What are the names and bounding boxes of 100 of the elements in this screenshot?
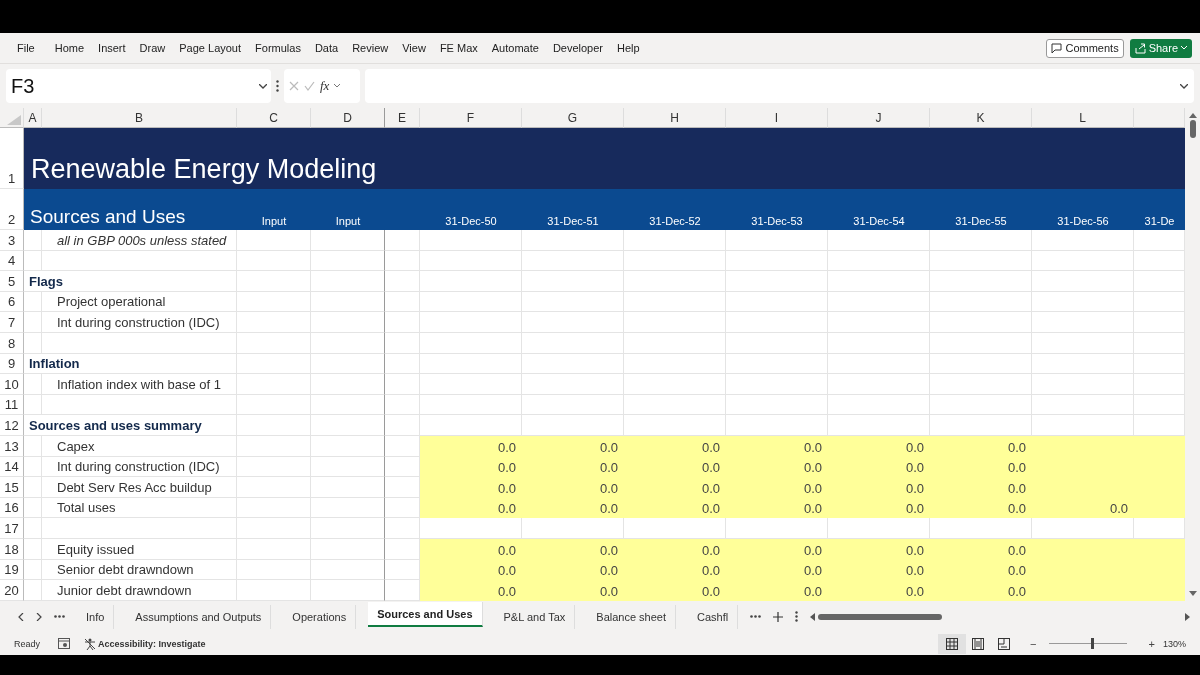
column-header[interactable]: C [237,108,311,128]
zoom-out-button[interactable]: − [1030,637,1037,650]
menu-item[interactable]: Insert [98,42,126,54]
row-number[interactable]: 17 [0,518,24,539]
column-header[interactable]: J [828,108,930,128]
macro-recorder-icon[interactable] [58,638,70,649]
more-sheets-icon[interactable] [750,615,762,618]
row-number[interactable]: 19 [0,559,24,581]
scroll-left-icon[interactable] [810,612,816,621]
row-number[interactable]: 14 [0,456,24,478]
table-cell-text: 0.0 [598,562,619,581]
menu-item[interactable]: Draw [139,42,166,54]
menu-item[interactable]: Review [352,42,389,54]
row-number[interactable]: 8 [0,332,24,354]
menu-item[interactable]: Home [54,42,85,54]
empty-cell [24,580,42,601]
table-cell-text: 31-Dec-50 [444,214,498,229]
menu-item[interactable]: Page Layout [179,42,242,54]
view-normal-button[interactable] [938,633,967,654]
column-header[interactable]: H [624,108,726,128]
chevron-down-icon[interactable] [1180,83,1188,89]
menu-item[interactable]: File [17,42,35,54]
sheet-tab[interactable]: Sources and Uses [368,602,483,627]
menu-item[interactable]: Automate [491,42,539,54]
more-options-icon[interactable] [276,80,279,92]
scroll-up-icon[interactable] [1188,113,1197,118]
table-cell-text: 0.0 [598,438,619,457]
column-header[interactable]: I [726,108,828,128]
row-number[interactable]: 3 [0,230,24,251]
zoom-level[interactable]: 130% [1162,638,1186,649]
more-sheets-icon[interactable] [54,615,65,618]
empty-cell [385,250,420,272]
more-options-icon[interactable] [795,611,799,622]
insert-function-button[interactable]: fx [320,78,330,94]
previous-sheet-icon[interactable] [18,612,24,621]
scroll-down-icon[interactable] [1188,591,1197,596]
share-button[interactable]: Share [1129,38,1192,58]
row-number[interactable]: 4 [0,250,24,272]
row-number[interactable]: 11 [0,394,24,416]
row-number[interactable]: 10 [0,374,24,395]
chevron-down-icon[interactable] [259,83,267,89]
table-cell-text: 0.0 [700,459,721,478]
menu-item[interactable]: Developer [552,42,603,54]
table-cell-text: 0.0 [1006,500,1027,519]
sheet-tab[interactable]: P&L and Tax [494,604,576,629]
add-sheet-icon[interactable] [773,611,784,622]
name-box[interactable]: F3 [6,69,271,103]
next-sheet-icon[interactable] [36,612,42,621]
row-number[interactable]: 1 [0,128,24,189]
menu-item[interactable]: FE Max [439,42,478,54]
column-header[interactable]: F [420,108,522,128]
comments-button[interactable]: Comments [1046,38,1124,58]
row-number[interactable]: 12 [0,415,24,436]
menu-item[interactable]: Data [314,42,339,54]
scroll-thumb[interactable] [818,613,943,620]
row-number[interactable]: 9 [0,353,24,375]
horizontal-scrollbar[interactable] [810,612,1190,621]
sheet-tab[interactable]: Operations [283,604,357,629]
table-cell-text: Input [334,214,362,229]
sheet-tab[interactable]: Balance sheet [587,604,676,629]
column-header[interactable]: L [1032,108,1134,128]
table-cell-text: 31-Dec-56 [1056,214,1110,229]
scroll-right-icon[interactable] [1185,612,1190,621]
row-number[interactable]: 5 [0,271,24,292]
column-header[interactable]: G [522,108,624,128]
row-number[interactable]: 15 [0,477,24,498]
table-cell: Debt Serv Res Acc buildup [42,477,237,498]
table-cell-text: 0.0 [1006,459,1027,478]
row-number[interactable]: 13 [0,435,24,457]
menu-item[interactable]: View [402,42,426,54]
column-header[interactable]: A [24,108,42,128]
row-number[interactable]: 18 [0,538,24,560]
menu-item[interactable]: Help [617,42,640,54]
empty-cell [24,497,42,519]
column-header[interactable]: D [311,108,385,128]
chevron-down-icon[interactable] [334,84,341,88]
table-cell-text: 0.0 [700,500,721,519]
table-cell-text: 0.0 [904,562,925,581]
row-number[interactable]: 16 [0,497,24,519]
accessibility-status[interactable]: Accessibility: Investigate [84,637,206,650]
empty-cell [24,291,42,313]
column-header[interactable]: E [385,108,420,128]
table-cell: Senior debt drawndown [42,559,237,581]
grid-icon [946,637,959,650]
row-number[interactable]: 20 [0,580,24,601]
row-number[interactable]: 7 [0,312,24,333]
column-header[interactable]: K [930,108,1032,128]
sheet-tab[interactable]: Info [77,604,115,629]
sheet-title: Renewable Energy Modeling [31,154,377,185]
page-break-icon [998,637,1011,650]
menu-item[interactable]: Formulas [255,42,301,54]
zoom-in-button[interactable]: + [1148,637,1155,650]
sheet-tab[interactable]: Cashfl [688,604,739,629]
column-header[interactable]: B [42,108,237,128]
sheet-tab[interactable]: Assumptions and Outputs [126,604,272,629]
empty-cell [24,456,42,478]
row-number[interactable]: 6 [0,291,24,313]
scroll-thumb[interactable] [1189,120,1196,138]
row-number[interactable]: 2 [0,189,24,230]
formula-input[interactable] [365,69,1194,103]
